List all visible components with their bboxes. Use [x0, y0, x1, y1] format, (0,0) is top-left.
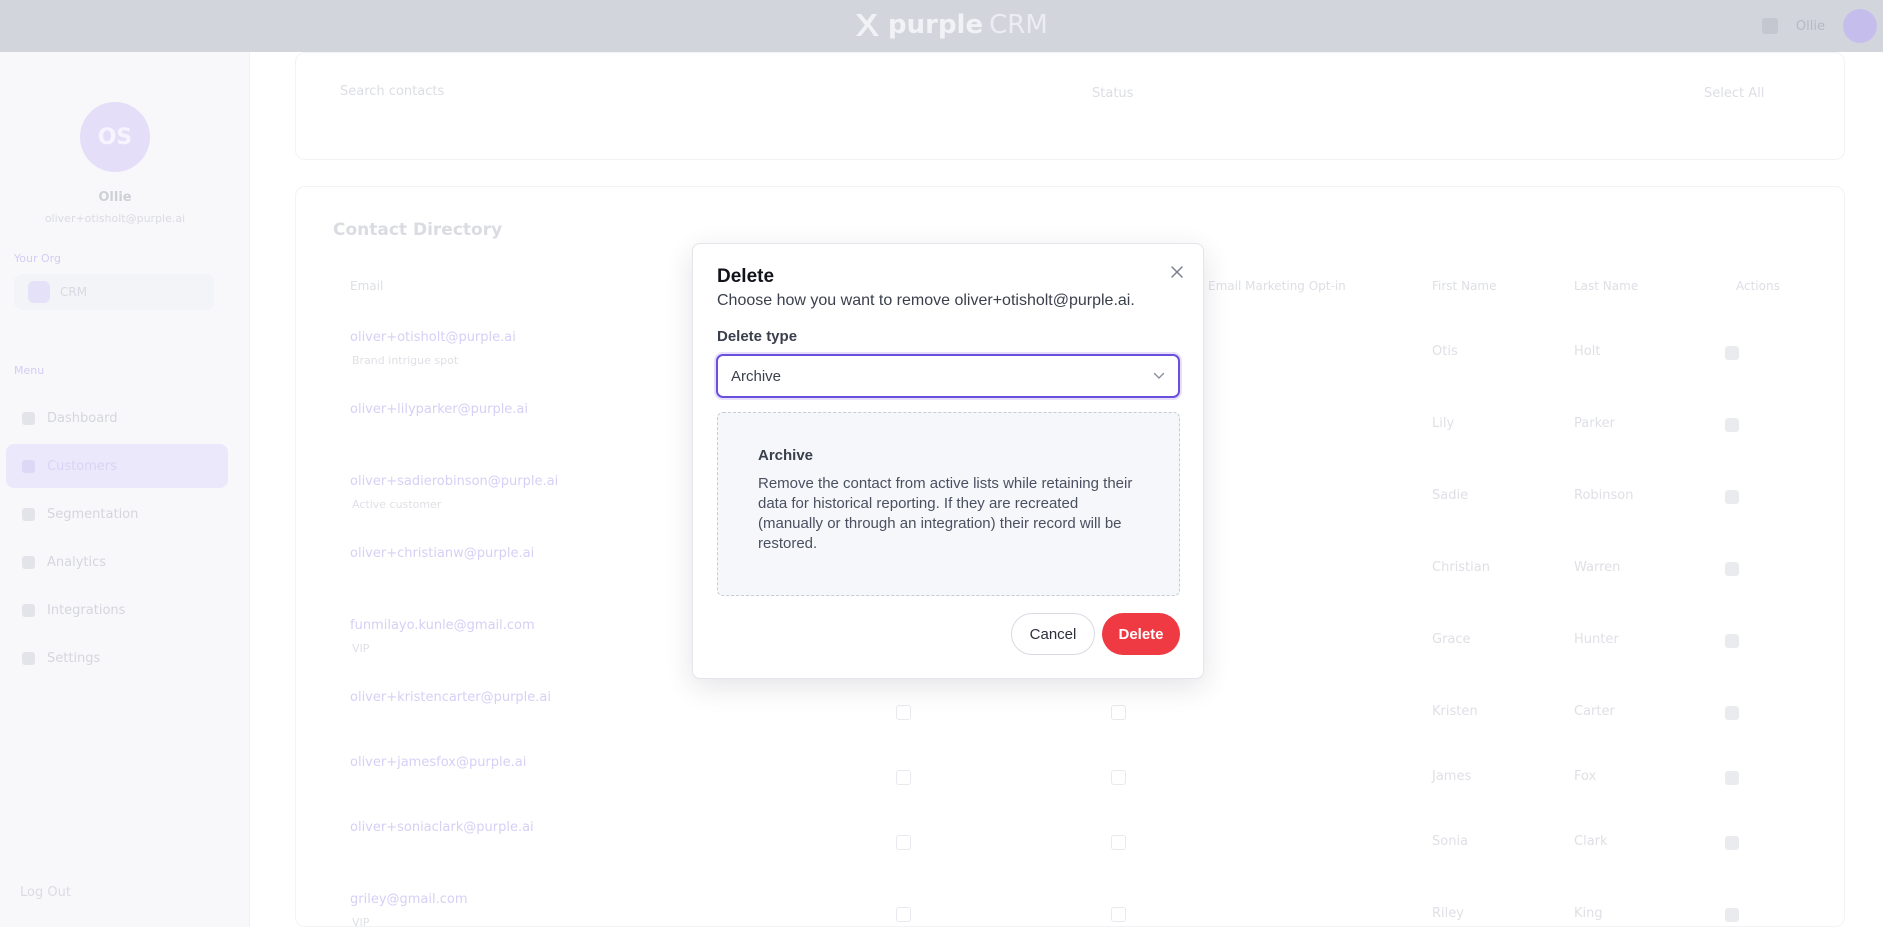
description-text: Remove the contact from active lists whi… — [758, 475, 1133, 552]
delete-dialog: Delete Choose how you want to remove oli… — [692, 243, 1204, 679]
delete-type-select[interactable]: Archive — [716, 354, 1180, 398]
dialog-subtitle: Choose how you want to remove oliver+oti… — [717, 292, 1135, 309]
delete-type-label: Delete type — [717, 328, 798, 345]
close-button[interactable] — [1167, 262, 1187, 282]
delete-type-description: Archive Remove the contact from active l… — [717, 412, 1180, 596]
cancel-button[interactable]: Cancel — [1011, 613, 1095, 655]
close-icon — [1171, 266, 1183, 278]
delete-button[interactable]: Delete — [1102, 613, 1180, 655]
chevron-down-icon — [1153, 372, 1165, 379]
dialog-title: Delete — [717, 266, 775, 287]
delete-type-value: Archive — [731, 367, 782, 385]
description-title: Archive — [758, 447, 814, 464]
